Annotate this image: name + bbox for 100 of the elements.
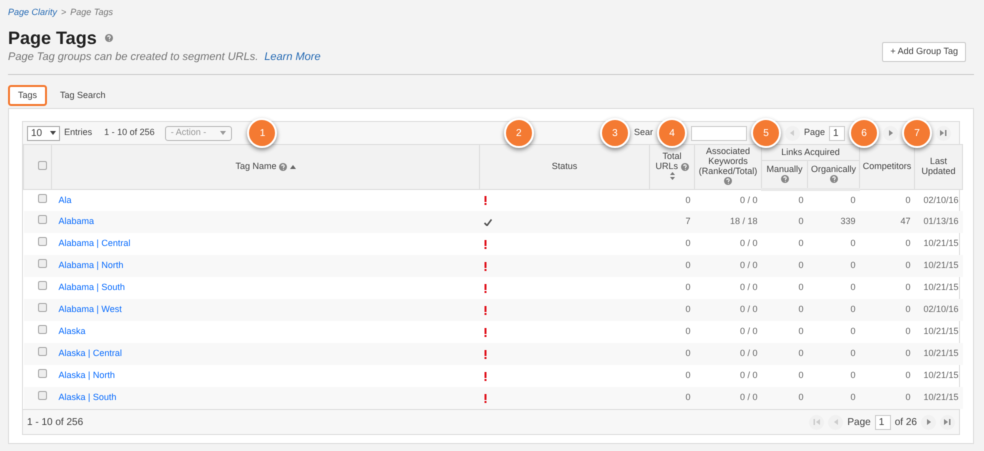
page-input[interactable]: 1 (829, 126, 845, 141)
row-checkbox[interactable] (38, 259, 46, 268)
page-title: Page Tags (8, 28, 97, 50)
column-header: Associated Keywords (Ranked/Total) (698, 146, 758, 176)
tab[interactable]: Tag Search (51, 84, 115, 106)
callout-marker: 6 (849, 118, 879, 148)
last-page-button[interactable] (940, 414, 955, 430)
table-cell: 0 (906, 370, 911, 380)
tag-name-link[interactable]: Alabama | West (58, 304, 122, 314)
row-checkbox[interactable] (38, 281, 46, 290)
help-icon (680, 162, 689, 171)
table-cell: 10/21/15 (923, 370, 959, 380)
page-input[interactable]: 1 (874, 414, 891, 430)
callout-marker: 2 (504, 118, 534, 148)
entries-range: 1 - 10 of 256 (104, 126, 155, 140)
tag-name-link[interactable]: Alaska (58, 326, 86, 336)
first-page-button[interactable] (809, 414, 824, 430)
table-cell: 0 (850, 326, 856, 336)
table-cell: 0 / 0 (740, 238, 758, 248)
callout-marker: 7 (902, 118, 932, 148)
table-cell: 10/21/15 (923, 238, 959, 248)
table-cell: 339 (840, 216, 856, 226)
table-cell: 0 / 0 (740, 194, 758, 205)
right-arrow-icon (888, 130, 892, 136)
table-cell: 10/21/15 (923, 348, 959, 358)
search-field[interactable] (690, 126, 747, 141)
tag-name-link[interactable]: Alaska | South (58, 392, 116, 402)
row-checkbox[interactable] (38, 194, 46, 203)
row-checkbox[interactable] (38, 347, 46, 356)
column-header: Total URLs (655, 151, 682, 171)
table-cell: 0 (906, 282, 911, 292)
help-icon (279, 162, 288, 171)
table-cell: 10/21/15 (923, 282, 959, 292)
entries-range: 1 - 10 of 256 (27, 416, 84, 430)
table-cell: 0 / 0 (740, 260, 758, 270)
table-cell: 0 (798, 392, 804, 402)
table-cell: 0 (798, 238, 804, 248)
table-cell: 0 (685, 282, 690, 292)
table-cell: 0 (850, 304, 856, 314)
next-page-button[interactable] (883, 126, 898, 141)
previous-page-button[interactable] (828, 414, 844, 430)
callout-marker: 3 (600, 118, 630, 148)
previous-page-button[interactable] (784, 126, 800, 141)
tag-name-link[interactable]: Alaska | North (58, 370, 115, 380)
row-checkbox[interactable] (38, 303, 46, 312)
sort-up-icon (290, 164, 296, 169)
row-checkbox[interactable] (38, 325, 46, 334)
row-checkbox[interactable] (38, 237, 46, 246)
table-cell: 0 (685, 304, 690, 314)
left-arrow-icon (834, 419, 838, 426)
table-cell: 0 (685, 194, 690, 205)
table-cell: 10/21/15 (923, 260, 959, 270)
entries-label: Entries (64, 126, 92, 140)
learn-more-link[interactable]: Learn More (264, 51, 321, 64)
table-cell: 0 (685, 370, 690, 380)
tag-name-link[interactable]: Alabama | Central (58, 238, 130, 248)
table-cell: 0 / 0 (740, 304, 758, 314)
table-cell: 0 (798, 304, 804, 314)
tag-name-link[interactable]: Alabama (58, 216, 94, 226)
table-cell: 0 (685, 326, 690, 336)
page-size-select[interactable]: 10 (27, 126, 60, 141)
callout-marker: 4 (656, 118, 687, 148)
row-checkbox[interactable] (38, 215, 46, 224)
table-cell: 0 (850, 282, 856, 292)
tag-name-link[interactable]: Alabama | South (58, 282, 125, 292)
table-cell: 10/21/15 (923, 326, 959, 336)
callout-marker: 5 (750, 118, 781, 148)
column-header: Tag Name (235, 160, 276, 171)
caret-icon (50, 131, 56, 136)
table-cell: 0 (798, 216, 804, 226)
table-cell: 0 (798, 348, 804, 358)
column-header: Links Acquired (781, 146, 840, 157)
table-cell: 0 (685, 348, 690, 358)
add-group-tag-button[interactable]: + Add Group Tag (882, 42, 966, 62)
table-cell: 0 (685, 392, 690, 402)
action-select[interactable]: - Action - (164, 126, 232, 141)
row-checkbox[interactable] (38, 369, 46, 378)
next-page-button[interactable] (921, 414, 936, 430)
breadcrumb-current: Page Tags (70, 7, 113, 17)
page-label: Page (847, 416, 871, 430)
row-checkbox[interactable] (38, 391, 46, 400)
table-cell: 0 (798, 370, 804, 380)
table-cell: 0 (798, 260, 804, 270)
sort-icon (670, 172, 674, 180)
last-page-button[interactable] (936, 126, 951, 141)
table-cell: 0 / 0 (740, 392, 758, 402)
page-label: Page (804, 126, 825, 140)
breadcrumb-link[interactable]: Page Clarity (8, 7, 58, 17)
select-all-checkbox[interactable] (38, 160, 47, 170)
tab[interactable]: Tags (8, 84, 48, 106)
tag-name-link[interactable]: Alabama | North (58, 260, 124, 270)
table-cell: 0 / 0 (740, 326, 758, 336)
column-header: Manually (766, 164, 803, 174)
tag-name-link[interactable]: Ala (58, 194, 72, 205)
breadcrumb-separator: > (61, 7, 66, 17)
table-cell: 0 (850, 238, 856, 248)
tag-name-link[interactable]: Alaska | Central (58, 348, 122, 358)
table-cell: 0 (906, 392, 911, 402)
page-description: Page Tag groups can be created to segment URLs. (8, 51, 258, 64)
column-header: Competitors (862, 160, 912, 171)
